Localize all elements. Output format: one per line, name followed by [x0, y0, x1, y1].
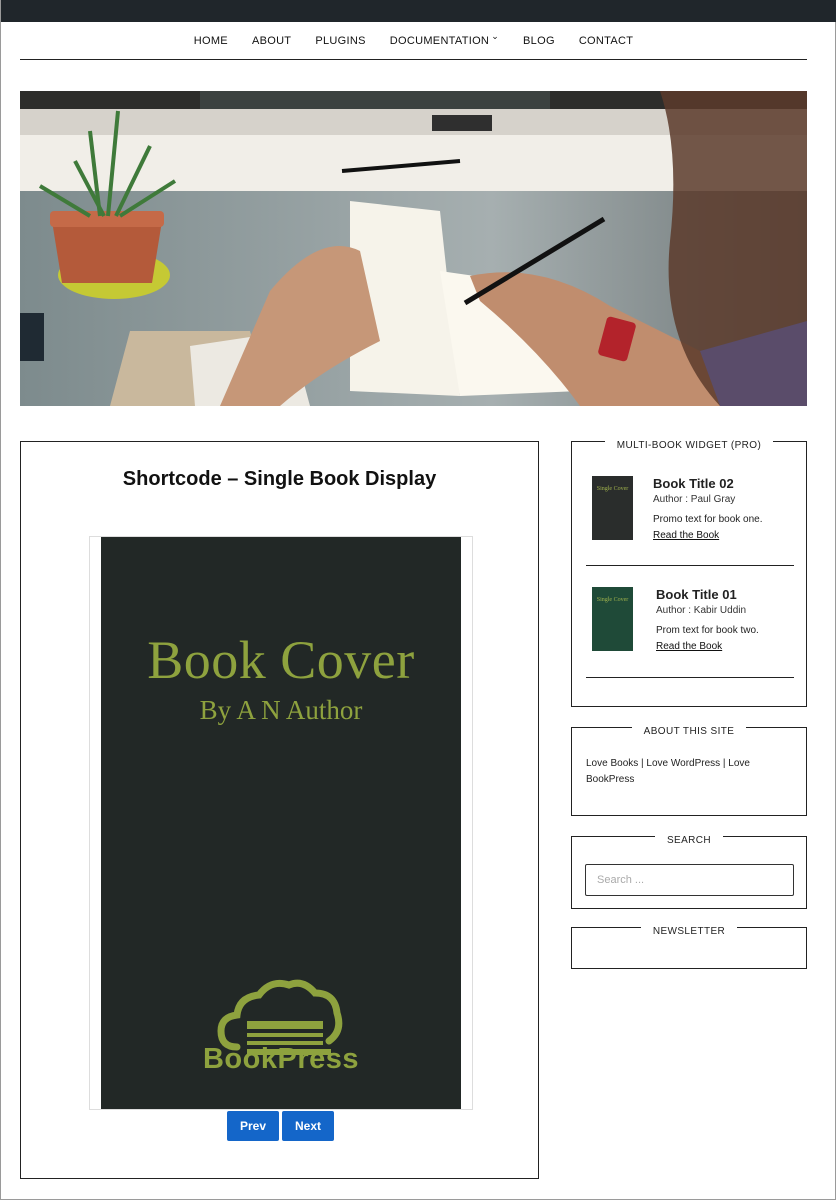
widget-title: NEWSLETTER — [572, 921, 806, 939]
hero-photo-illustration — [20, 91, 807, 406]
multi-book-widget-title: MULTI-BOOK WIDGET (PRO) — [604, 440, 774, 451]
book-title[interactable]: Book Title 01 — [656, 587, 759, 602]
book-cover: Book Cover By A N Author BookPress — [101, 537, 461, 1109]
newsletter-widget: NEWSLETTER — [571, 926, 807, 969]
nav-documentation-label: DOCUMENTATION — [389, 34, 490, 47]
book-thumbnail[interactable]: Single Cover — [592, 587, 633, 651]
book-title[interactable]: Book Title 02 — [653, 476, 763, 491]
chevron-down-icon: ⌄ — [491, 31, 500, 41]
book-list-item: Single Cover Book Title 01 Author : Kabi… — [586, 587, 794, 657]
cover-logo-text: BookPress — [202, 1043, 359, 1075]
next-button[interactable]: Next — [282, 1111, 334, 1141]
book-display-frame: Book Cover By A N Author BookPress — [89, 536, 473, 1110]
search-widget-title: SEARCH — [654, 835, 724, 846]
cover-title: Book Cover — [147, 630, 415, 690]
divider — [586, 677, 794, 678]
book-info: Book Title 01 Author : Kabir Uddin Prom … — [656, 587, 759, 652]
nav-contact[interactable]: CONTACT — [567, 35, 645, 47]
divider — [586, 565, 794, 566]
page-title: Shortcode – Single Book Display — [122, 468, 437, 490]
book-pager: Prev Next — [227, 1111, 334, 1141]
about-text: Love Books | Love WordPress | Love BookP… — [586, 758, 750, 785]
cover-author: By A N Author — [199, 695, 363, 725]
book-author: Author : Paul Gray — [653, 494, 736, 505]
main-navigation: HOME ABOUT PLUGINS DOCUMENTATION ⌄ BLOG C… — [20, 22, 807, 60]
thumb-text: Single Cover — [596, 486, 629, 492]
thumb-text: Single Cover — [596, 597, 629, 603]
widget-title: MULTI-BOOK WIDGET (PRO) — [572, 435, 806, 453]
book-thumbnail[interactable]: Single Cover — [592, 476, 633, 540]
main-content-box: Shortcode – Single Book Display Book Cov… — [20, 441, 539, 1179]
about-widget: ABOUT THIS SITE Love Books | Love WordPr… — [571, 726, 807, 816]
book-list-item: Single Cover Book Title 02 Author : Paul… — [586, 476, 794, 546]
widget-title: ABOUT THIS SITE — [572, 721, 806, 739]
read-book-link[interactable]: Read the Book — [653, 530, 763, 541]
search-input[interactable] — [585, 864, 794, 896]
widget-title: SEARCH — [572, 830, 806, 848]
nav-blog[interactable]: BLOG — [511, 35, 567, 47]
book-info: Book Title 02 Author : Paul Gray Promo t… — [653, 476, 763, 541]
book-author: Author : Kabir Uddin — [656, 605, 747, 616]
multi-book-widget: MULTI-BOOK WIDGET (PRO) Single Cover Boo… — [571, 440, 807, 707]
nav-home[interactable]: HOME — [182, 35, 240, 47]
newsletter-widget-title: NEWSLETTER — [640, 926, 738, 937]
admin-top-bar — [1, 0, 836, 22]
hero-image — [20, 91, 807, 406]
nav-plugins[interactable]: PLUGINS — [303, 35, 377, 47]
nav-documentation[interactable]: DOCUMENTATION ⌄ — [378, 31, 511, 47]
book-promo: Promo text for book one. — [653, 514, 763, 525]
about-widget-title: ABOUT THIS SITE — [631, 726, 747, 737]
book-promo: Prom text for book two. — [656, 625, 759, 636]
read-book-link[interactable]: Read the Book — [656, 641, 759, 652]
nav-about[interactable]: ABOUT — [240, 35, 303, 47]
search-widget: SEARCH — [571, 835, 807, 909]
prev-button[interactable]: Prev — [227, 1111, 279, 1141]
